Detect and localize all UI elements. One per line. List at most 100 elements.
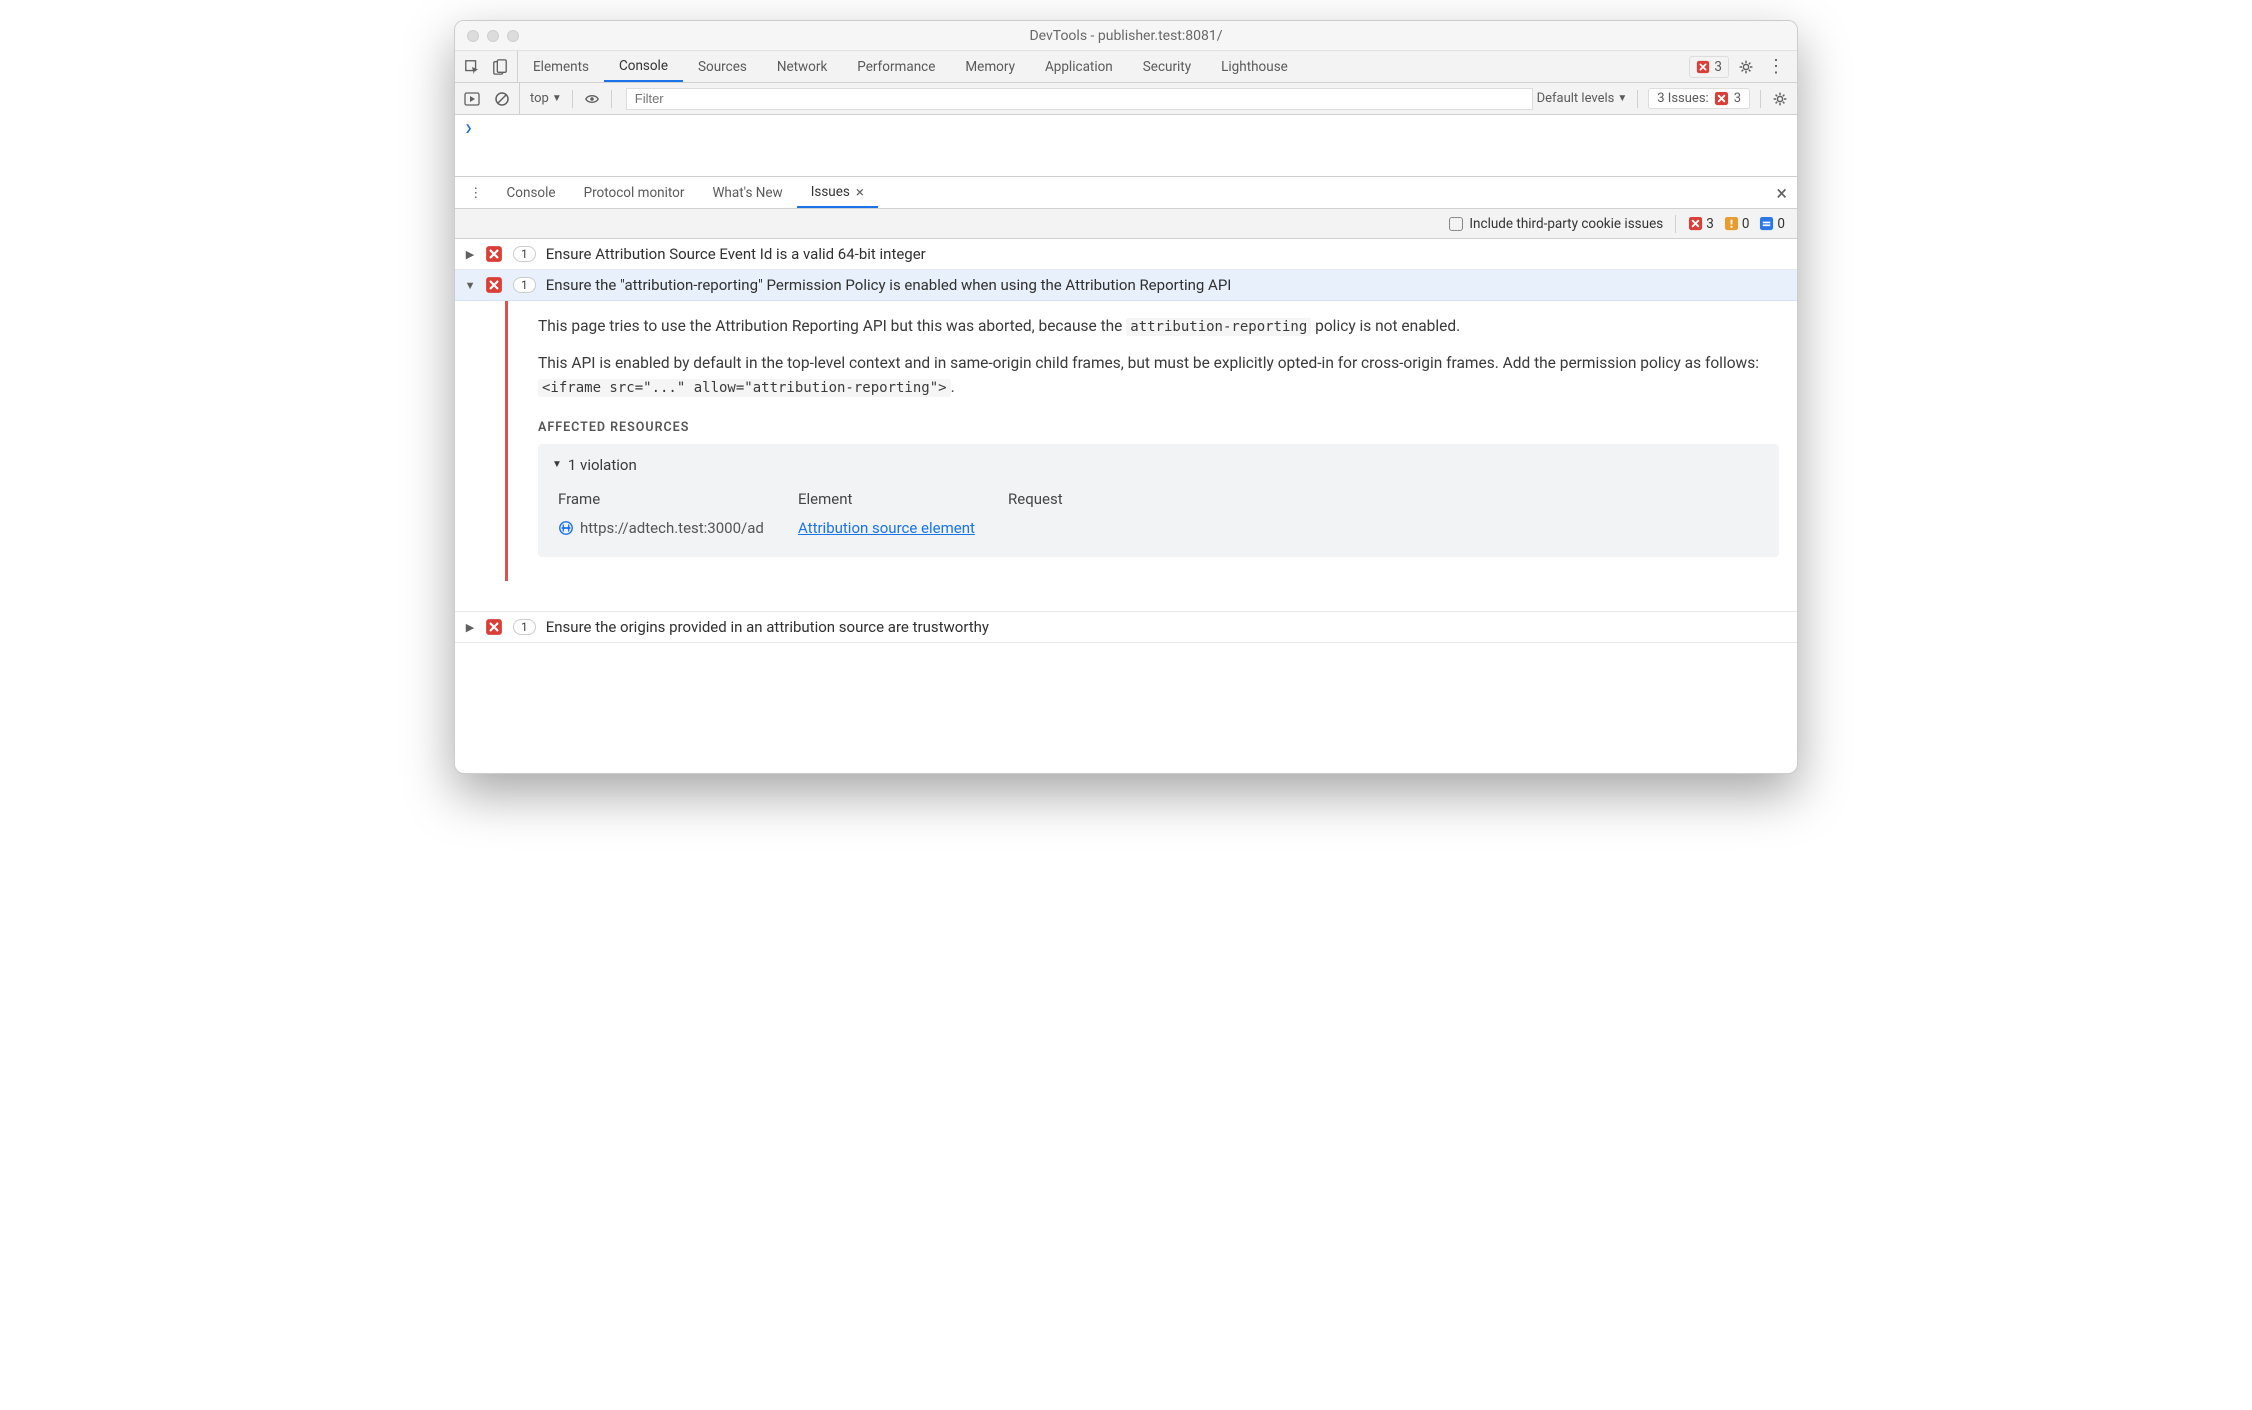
code-inline: attribution-reporting: [1126, 318, 1311, 336]
tab-application[interactable]: Application: [1030, 51, 1128, 82]
empty-space: [455, 643, 1797, 773]
text: This API is enabled by default in the to…: [538, 354, 1759, 372]
drawer-tabstrip: ⋮ Console Protocol monitor What's New Is…: [455, 177, 1797, 209]
console-body[interactable]: ❯: [455, 115, 1797, 177]
error-icon: [485, 276, 503, 294]
window-title: DevTools - publisher.test:8081/: [455, 28, 1797, 44]
cell-element[interactable]: Attribution source element: [792, 513, 1002, 544]
issue-title: Ensure Attribution Source Event Id is a …: [546, 245, 926, 263]
stat-errors-value: 3: [1706, 216, 1714, 232]
collapse-icon: ▼: [552, 457, 562, 472]
error-icon: [1696, 60, 1710, 74]
divider: [1760, 90, 1761, 108]
cell-request: [1002, 513, 1765, 544]
tab-elements[interactable]: Elements: [518, 51, 604, 82]
issues-count: 3: [1734, 91, 1741, 106]
issue-count-badge: 1: [513, 277, 536, 293]
titlebar: DevTools - publisher.test:8081/: [455, 21, 1797, 51]
console-prompt: ❯: [465, 121, 472, 135]
include-third-party-label: Include third-party cookie issues: [1469, 216, 1663, 232]
error-icon: [1688, 216, 1703, 231]
tab-memory[interactable]: Memory: [950, 51, 1030, 82]
warning-icon: [1724, 216, 1739, 231]
tab-sources[interactable]: Sources: [683, 51, 762, 82]
tab-performance[interactable]: Performance: [842, 51, 950, 82]
col-element: Element: [792, 486, 1002, 513]
issue-counts: 3 0 0: [1688, 216, 1785, 232]
sidebar-toggle-icon[interactable]: [463, 90, 481, 108]
drawer-close-icon[interactable]: ×: [1776, 181, 1787, 205]
drawer-tab-issues-label: Issues: [811, 184, 850, 200]
console-settings-icon[interactable]: [1771, 90, 1789, 108]
stat-errors[interactable]: 3: [1688, 216, 1714, 232]
close-icon[interactable]: ×: [856, 183, 864, 201]
collapse-icon: ▼: [465, 279, 475, 292]
col-frame: Frame: [552, 486, 792, 513]
tab-lighthouse[interactable]: Lighthouse: [1206, 51, 1303, 82]
include-third-party-toggle[interactable]: Include third-party cookie issues: [1449, 216, 1663, 232]
affected-resources-heading: AFFECTED RESOURCES: [538, 419, 1779, 438]
context-selector[interactable]: top ▼: [530, 91, 562, 106]
tab-network[interactable]: Network: [762, 51, 842, 82]
issue-row-0[interactable]: ▶ 1 Ensure Attribution Source Event Id i…: [455, 239, 1797, 270]
console-toolbar: top ▼ Default levels ▼ 3 Issues: 3: [455, 83, 1797, 115]
chevron-down-icon: ▼: [552, 93, 562, 104]
divider: [611, 90, 612, 108]
settings-icon[interactable]: [1737, 58, 1755, 76]
divider: [1637, 90, 1638, 108]
drawer-tab-issues[interactable]: Issues ×: [797, 177, 878, 208]
frame-url: https://adtech.test:3000/ad: [580, 517, 764, 540]
drawer-tab-console[interactable]: Console: [493, 177, 570, 208]
frame-icon: [558, 520, 574, 536]
issues-toolbar: Include third-party cookie issues 3 0 0: [455, 209, 1797, 239]
log-levels-selector[interactable]: Default levels ▼: [1537, 91, 1628, 106]
drawer-tab-protocol[interactable]: Protocol monitor: [570, 177, 699, 208]
error-icon: [485, 618, 503, 636]
stat-info[interactable]: 0: [1759, 216, 1785, 232]
stat-warnings[interactable]: 0: [1724, 216, 1750, 232]
issues-label: 3 Issues:: [1657, 91, 1708, 106]
affected-resources-box: ▼ 1 violation Frame Element Request http…: [538, 444, 1779, 558]
devtools-window: DevTools - publisher.test:8081/ Elements…: [454, 20, 1798, 774]
violation-header[interactable]: ▼ 1 violation: [552, 454, 1765, 477]
cell-frame[interactable]: https://adtech.test:3000/ad: [552, 513, 792, 544]
issue-row-1[interactable]: ▼ 1 Ensure the "attribution-reporting" P…: [455, 270, 1797, 301]
context-label: top: [530, 91, 549, 106]
issue-paragraph-1: This page tries to use the Attribution R…: [538, 315, 1779, 338]
clear-console-icon[interactable]: [493, 90, 511, 108]
issue-count-badge: 1: [513, 246, 536, 262]
divider: [572, 90, 573, 108]
issues-summary[interactable]: 3 Issues: 3: [1648, 88, 1750, 109]
issue-count-badge: 1: [513, 619, 536, 635]
issue-paragraph-2: This API is enabled by default in the to…: [538, 352, 1779, 399]
stat-warnings-value: 0: [1742, 216, 1750, 232]
divider: [1675, 215, 1676, 233]
checkbox-icon: [1449, 217, 1463, 231]
main-tabstrip: Elements Console Sources Network Perform…: [455, 51, 1797, 83]
device-toggle-icon[interactable]: [491, 58, 509, 76]
issue-title: Ensure the "attribution-reporting" Permi…: [546, 276, 1232, 294]
text: This page tries to use the Attribution R…: [538, 317, 1126, 335]
filter-input[interactable]: [626, 88, 1533, 110]
issue-title: Ensure the origins provided in an attrib…: [546, 618, 989, 636]
drawer-tab-whatsnew[interactable]: What's New: [698, 177, 796, 208]
error-icon: [1714, 91, 1729, 106]
error-count-badge[interactable]: 3: [1689, 56, 1729, 78]
drawer-menu-icon[interactable]: ⋮: [459, 177, 493, 208]
code-inline: <iframe src="..." allow="attribution-rep…: [538, 379, 951, 397]
more-menu-icon[interactable]: ⋮: [1763, 56, 1789, 77]
inspect-element-icon[interactable]: [463, 58, 481, 76]
text: .: [951, 378, 955, 396]
info-icon: [1759, 216, 1774, 231]
expand-icon: ▶: [465, 621, 475, 634]
tab-security[interactable]: Security: [1128, 51, 1206, 82]
error-icon: [485, 245, 503, 263]
live-expression-icon[interactable]: [583, 90, 601, 108]
element-link: Attribution source element: [798, 517, 975, 540]
issue-row-2[interactable]: ▶ 1 Ensure the origins provided in an at…: [455, 611, 1797, 643]
violation-table: Frame Element Request https://adtech.tes…: [552, 486, 1765, 543]
expand-icon: ▶: [465, 248, 475, 261]
tab-console[interactable]: Console: [604, 51, 683, 82]
violation-count-label: 1 violation: [568, 454, 637, 477]
col-request: Request: [1002, 486, 1765, 513]
